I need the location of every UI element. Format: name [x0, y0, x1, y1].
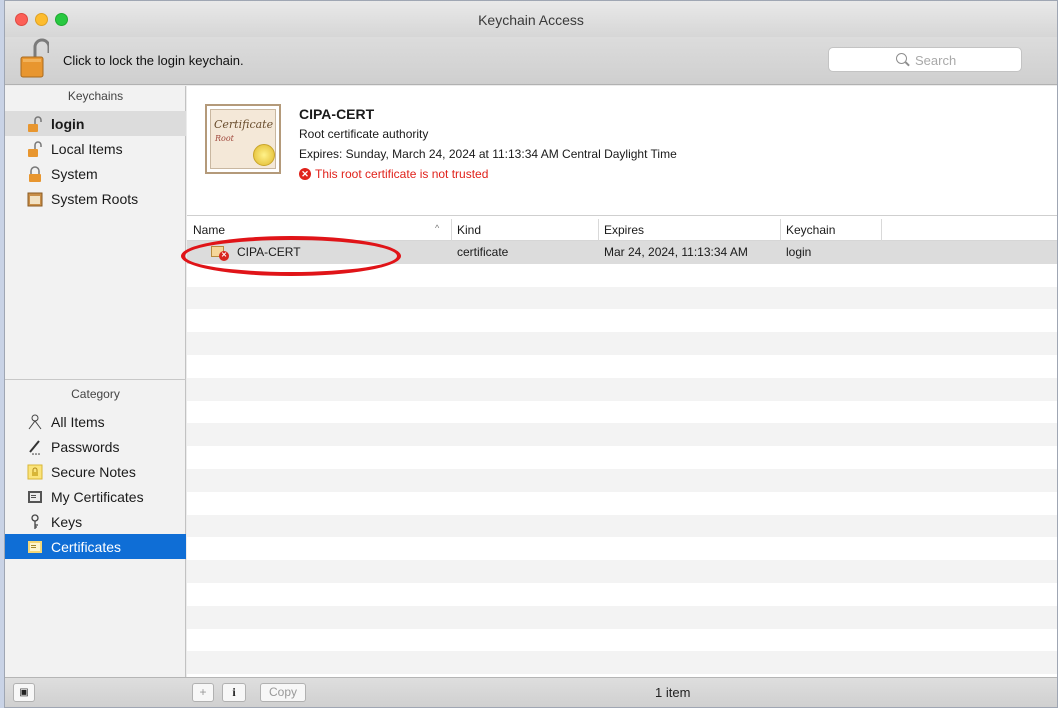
sidebar-item-all-items[interactable]: All Items: [5, 409, 186, 434]
search-placeholder: Search: [915, 53, 957, 68]
category-header: Category: [71, 387, 120, 401]
lock-status-text[interactable]: Click to lock the login keychain.: [63, 53, 244, 68]
column-divider[interactable]: [451, 219, 452, 241]
sidebar-item-system-roots[interactable]: System Roots: [5, 186, 186, 211]
unlocked-padlock-icon: [27, 140, 43, 157]
sort-ascending-icon: ^: [435, 223, 440, 233]
title-bar: Keychain Access: [5, 1, 1057, 37]
note-icon: [27, 464, 43, 480]
search-field[interactable]: Search: [828, 47, 1022, 72]
column-divider[interactable]: [598, 219, 599, 241]
item-count: 1 item: [655, 685, 691, 700]
pen-icon: [27, 439, 43, 455]
unlocked-padlock-icon[interactable]: [19, 37, 51, 79]
empty-row: [187, 423, 1057, 447]
empty-row: [187, 468, 1057, 492]
empty-row: [187, 629, 1057, 652]
sidebar-item-certificates[interactable]: Certificates: [5, 534, 186, 559]
error-icon: ✕: [299, 168, 311, 180]
certificate-icon: [27, 489, 43, 505]
empty-row: [187, 560, 1057, 583]
unlocked-padlock-icon: [27, 115, 43, 132]
add-button[interactable]: +: [192, 683, 214, 702]
empty-row: [187, 492, 1057, 515]
column-divider[interactable]: [881, 219, 882, 241]
empty-row: [187, 537, 1057, 560]
empty-row: [187, 309, 1057, 332]
empty-row: [187, 355, 1057, 378]
certificate-expires: Expires: Sunday, March 24, 2024 at 11:13…: [299, 147, 677, 161]
empty-row: [187, 583, 1057, 606]
certificate-icon: [27, 539, 43, 555]
empty-row: [187, 605, 1057, 629]
empty-row: [187, 332, 1057, 355]
certificate-subtitle: Root certificate authority: [299, 127, 429, 141]
sidebar-item-my-certificates[interactable]: My Certificates: [5, 484, 186, 509]
empty-row: [187, 286, 1057, 310]
sidebar-item-login[interactable]: login: [5, 111, 186, 136]
info-button[interactable]: i: [222, 683, 246, 702]
empty-row: [187, 446, 1057, 469]
table-body: ✕ CIPA-CERT certificate Mar 24, 2024, 11…: [187, 241, 1057, 677]
copy-button[interactable]: Copy: [260, 683, 306, 702]
sidebar-item-keys[interactable]: Keys: [5, 509, 186, 534]
cabinet-icon: [27, 191, 43, 207]
empty-row: [187, 514, 1057, 538]
empty-row: [187, 651, 1057, 675]
keychain-access-window: Keychain Access Click to lock the login …: [4, 0, 1058, 708]
empty-row: [187, 377, 1057, 401]
keychains-header: Keychains: [67, 89, 124, 103]
toolbar: Click to lock the login keychain. Search: [5, 37, 1057, 85]
key-icon: [27, 513, 43, 530]
cell-keychain: login: [786, 245, 812, 259]
column-header-name[interactable]: Name: [193, 223, 225, 237]
column-header-kind[interactable]: Kind: [457, 223, 481, 237]
locked-padlock-icon: [27, 165, 43, 182]
column-header-keychain[interactable]: Keychain: [786, 223, 835, 237]
empty-row: [187, 401, 1057, 424]
sidebar-item-system[interactable]: System: [5, 161, 186, 186]
trust-warning: ✕ This root certificate is not trusted: [299, 167, 488, 181]
window-title: Keychain Access: [478, 12, 584, 28]
toggle-sidebar-button[interactable]: ▣: [13, 683, 35, 702]
sidebar: Keychains login Local Items System Syste…: [5, 86, 186, 677]
cell-kind: certificate: [457, 245, 509, 259]
bottom-bar: ▣ + i Copy 1 item: [5, 677, 1057, 707]
cell-expires: Mar 24, 2024, 11:13:34 AM: [604, 245, 748, 259]
search-icon: [896, 53, 907, 64]
certificate-name: CIPA-CERT: [299, 106, 375, 122]
people-icon: [27, 414, 43, 430]
sidebar-item-local-items[interactable]: Local Items: [5, 136, 186, 161]
main-pane: Certificate Root CIPA-CERT Root certific…: [181, 86, 1057, 677]
certificate-info-panel: Certificate Root CIPA-CERT Root certific…: [187, 86, 1057, 216]
annotation-circle: [181, 236, 401, 276]
category-divider: [5, 379, 186, 380]
sidebar-item-secure-notes[interactable]: Secure Notes: [5, 459, 186, 484]
seal-icon: [253, 144, 275, 166]
column-header-expires[interactable]: Expires: [604, 223, 644, 237]
certificate-image: Certificate Root: [205, 104, 281, 174]
sidebar-item-passwords[interactable]: Passwords: [5, 434, 186, 459]
column-divider[interactable]: [780, 219, 781, 241]
